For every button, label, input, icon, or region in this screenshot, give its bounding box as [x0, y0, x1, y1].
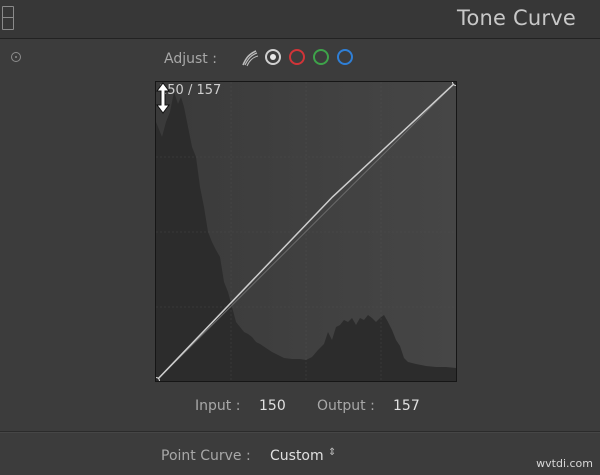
point-curve-icon[interactable] [240, 48, 260, 68]
panel-header[interactable]: Tone Curve [0, 0, 600, 39]
curve-svg [156, 82, 456, 381]
vertical-resize-icon [156, 82, 170, 114]
panel-title: Tone Curve [457, 6, 576, 30]
panel-collapse-icon[interactable] [2, 6, 14, 30]
output-label: Output : [317, 398, 375, 414]
dropdown-caret-icon[interactable]: ⇕ [328, 448, 336, 458]
blue-channel-icon[interactable] [337, 49, 353, 65]
point-curve-row: Point Curve : Custom ⇕ [0, 448, 600, 470]
input-label: Input : [195, 398, 241, 414]
input-value: 150 [259, 398, 286, 414]
watermark: wvtdi.com [536, 457, 593, 470]
output-value: 157 [393, 398, 420, 414]
point-curve-label: Point Curve : [161, 448, 251, 464]
divider-highlight [0, 432, 600, 433]
red-channel-icon[interactable] [289, 49, 305, 65]
adjust-channel-row: Adjust : [0, 48, 600, 70]
green-channel-icon[interactable] [313, 49, 329, 65]
point-curve-select[interactable]: Custom [270, 448, 324, 464]
adjust-label: Adjust : [164, 51, 217, 67]
tone-curve-graph[interactable]: 150 / 157 [155, 81, 457, 382]
input-output-row: Input : 150 Output : 157 [0, 396, 600, 418]
rgb-channel-icon[interactable] [265, 49, 281, 65]
